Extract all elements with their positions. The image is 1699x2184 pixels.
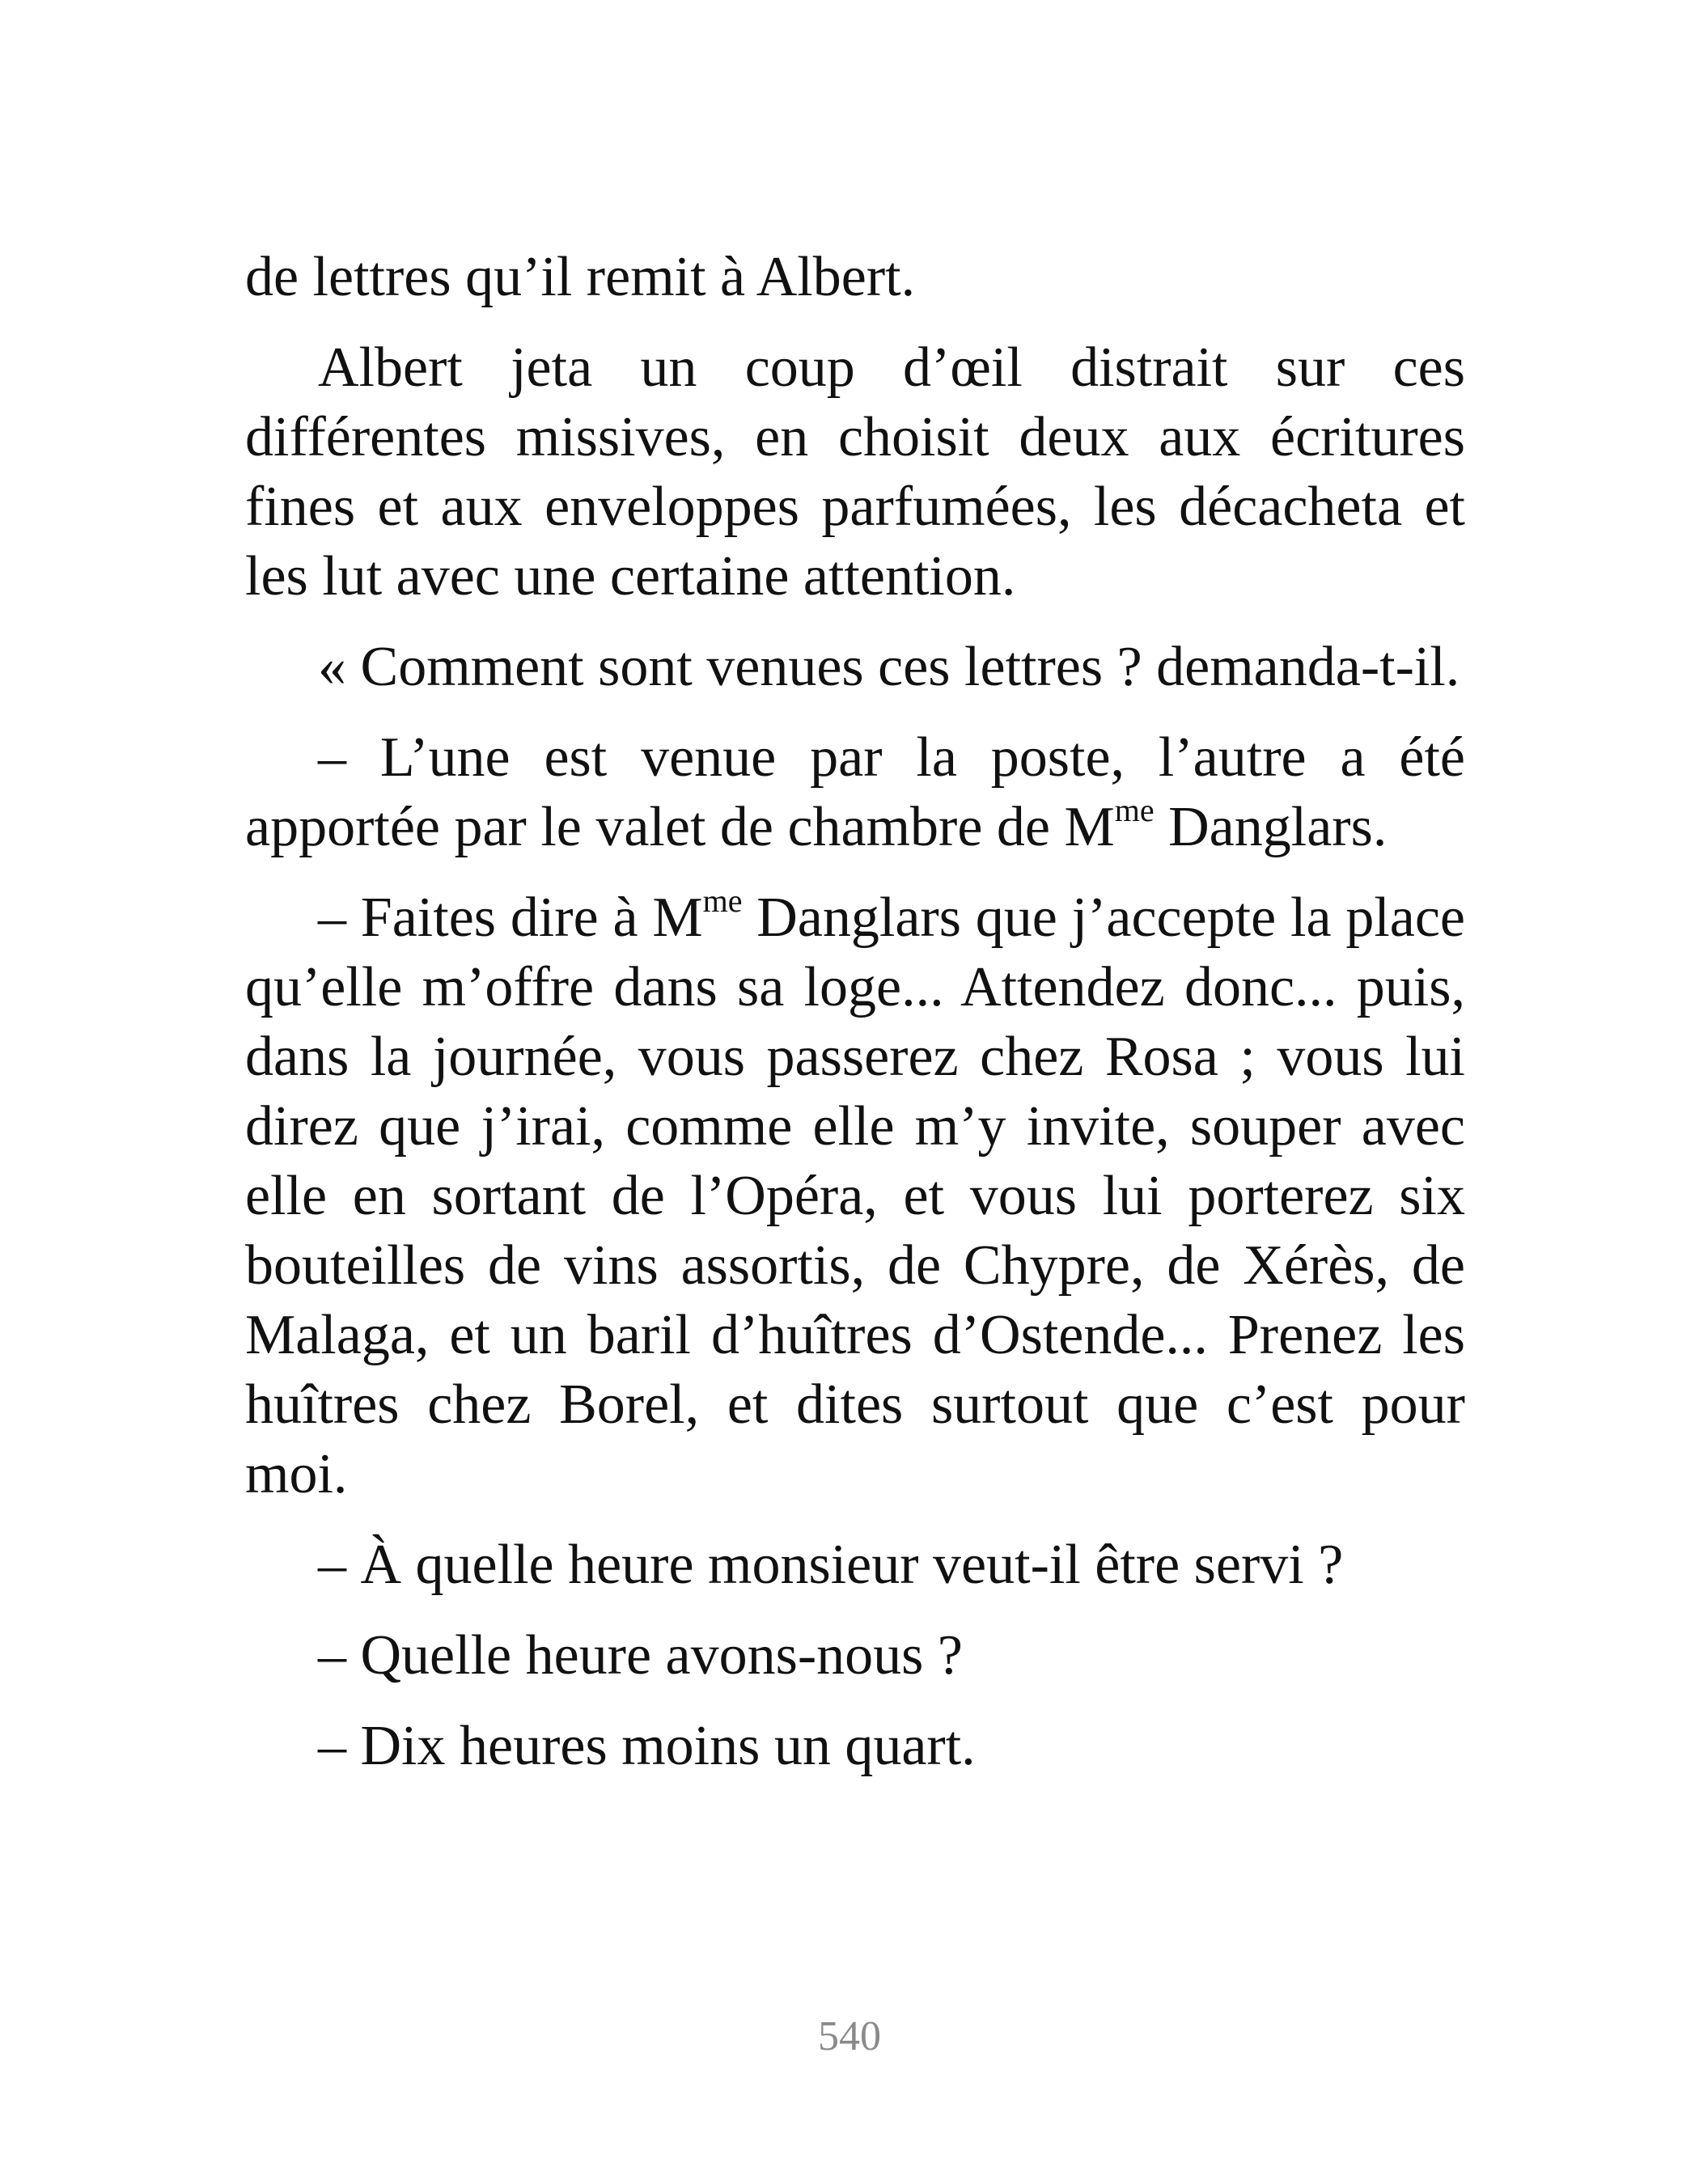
- reply-text-end: Danglars.: [1154, 796, 1388, 858]
- book-page: de lettres qu’il remit à Albert. Albert …: [0, 0, 1699, 2184]
- abbreviation-superscript: me: [1114, 791, 1155, 828]
- paragraph-dialogue-instructions: – Faites dire à Mme Danglars que j’accep…: [245, 883, 1465, 1509]
- abbreviation-superscript: me: [702, 882, 743, 919]
- page-number: 540: [818, 2013, 881, 2059]
- instructions-text-start: – Faites dire à M: [318, 887, 703, 949]
- body-text: de lettres qu’il remit à Albert. Albert …: [245, 243, 1465, 1781]
- instructions-text-end: Danglars que j’accepte la place qu’elle …: [245, 887, 1465, 1505]
- paragraph-continuation: de lettres qu’il remit à Albert.: [245, 246, 916, 308]
- paragraph-dialogue-reply: – L’une est venue par la poste, l’autre …: [245, 723, 1465, 862]
- paragraph-dialogue-line: – Dix heures moins un quart.: [318, 1715, 976, 1777]
- paragraph-dialogue-line: – Quelle heure avons-nous ?: [318, 1624, 963, 1687]
- paragraph-dialogue-line: – À quelle heure monsieur veut-il être s…: [318, 1534, 1344, 1596]
- paragraph-dialogue-question: « Comment sont venues ces lettres ? dema…: [318, 636, 1460, 698]
- paragraph-narration: Albert jeta un coup d’œil distrait sur c…: [245, 336, 1465, 607]
